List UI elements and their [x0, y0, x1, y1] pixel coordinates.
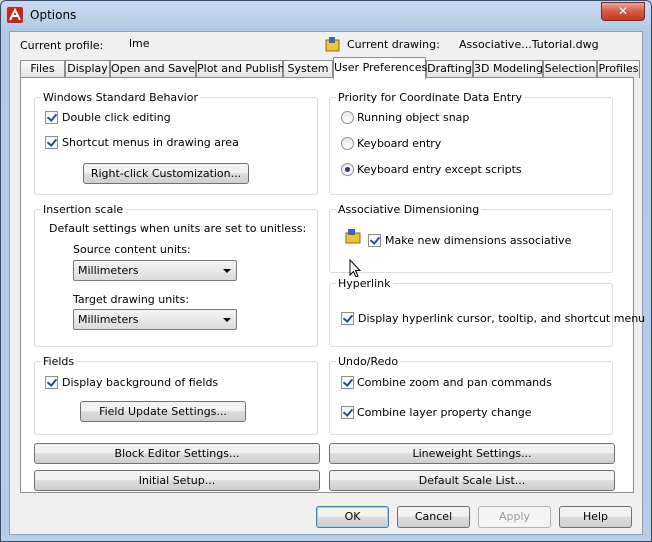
fields-group: Fields Display background of fields Fiel… [34, 355, 318, 435]
tab-system[interactable]: System [283, 60, 333, 78]
make-associative-checkbox[interactable] [368, 234, 381, 247]
field-update-settings-button[interactable]: Field Update Settings... [80, 401, 246, 422]
target-units-value: Millimeters [78, 313, 139, 326]
close-button[interactable]: ✕ [601, 2, 645, 21]
autocad-logo-icon [7, 7, 23, 23]
running-object-snap-label: Running object snap [357, 111, 470, 124]
display-background-checkbox[interactable] [45, 376, 58, 389]
ok-button[interactable]: OK [316, 506, 389, 528]
user-preferences-panel: Windows Standard Behavior Double click e… [20, 77, 645, 493]
group-title: Hyperlink [336, 277, 393, 290]
combine-layer-label: Combine layer property change [357, 406, 532, 419]
keyboard-entry-radio[interactable] [341, 137, 354, 150]
dialog-body: Current profile: lme Current drawing: As… [9, 31, 645, 535]
tab-3d-modeling[interactable]: 3D Modeling [473, 60, 543, 78]
source-units-value: Millimeters [78, 264, 139, 277]
initial-setup-button[interactable]: Initial Setup... [34, 470, 320, 491]
display-hyperlink-label: Display hyperlink cursor, tooltip, and s… [358, 312, 646, 325]
mouse-cursor-icon [349, 259, 361, 278]
shortcut-menus-checkbox[interactable] [45, 136, 58, 149]
help-button[interactable]: Help [559, 506, 632, 528]
right-click-customization-button[interactable]: Right-click Customization... [83, 163, 249, 184]
insertion-desc: Default settings when units are set to u… [49, 222, 307, 235]
group-title: Windows Standard Behavior [41, 91, 200, 104]
target-units-select[interactable]: Millimeters [73, 309, 237, 330]
title-bar[interactable]: Options ✕ [1, 1, 651, 31]
double-click-label: Double click editing [62, 111, 171, 124]
group-title: Undo/Redo [336, 355, 401, 368]
target-units-label: Target drawing units: [73, 293, 190, 306]
keyboard-entry-label: Keyboard entry [357, 137, 442, 150]
tab-display[interactable]: Display [65, 60, 110, 78]
current-profile-label: Current profile: [20, 39, 104, 52]
combine-zoom-checkbox[interactable] [341, 376, 354, 389]
current-drawing-value: Associative...Tutorial.dwg [459, 38, 599, 51]
insertion-scale-group: Insertion scale Default settings when un… [34, 203, 318, 347]
group-title: Associative Dimensioning [336, 203, 482, 216]
chevron-down-icon [223, 269, 231, 273]
lineweight-settings-button[interactable]: Lineweight Settings... [329, 443, 615, 464]
dimension-icon [345, 229, 361, 244]
window-title: Options [30, 8, 77, 22]
group-title: Priority for Coordinate Data Entry [336, 91, 525, 104]
group-title: Insertion scale [41, 203, 126, 216]
default-scale-list-button[interactable]: Default Scale List... [329, 470, 615, 491]
chevron-down-icon [223, 318, 231, 322]
current-profile-value: lme [129, 37, 150, 50]
current-drawing-label: Current drawing: [347, 38, 440, 51]
tab-profiles[interactable]: Profiles [597, 60, 640, 78]
display-background-label: Display background of fields [62, 376, 219, 389]
undo-redo-group: Undo/Redo Combine zoom and pan commands … [329, 355, 613, 435]
tab-open-and-save[interactable]: Open and Save [110, 60, 196, 78]
tab-user-preferences[interactable]: User Preferences [333, 57, 427, 79]
apply-button[interactable]: Apply [478, 506, 551, 528]
running-object-snap-radio[interactable] [341, 111, 354, 124]
coordinate-priority-group: Priority for Coordinate Data Entry Runni… [329, 91, 613, 195]
options-dialog: Options ✕ Current profile: lme Current d… [0, 0, 652, 542]
tab-plot-and-publish[interactable]: Plot and Publish [196, 60, 285, 78]
associative-dimensioning-group: Associative Dimensioning Make new dimens… [329, 203, 613, 278]
double-click-checkbox[interactable] [45, 111, 58, 124]
tab-files[interactable]: Files [20, 60, 65, 78]
group-title: Fields [41, 355, 77, 368]
tab-selection[interactable]: Selection [543, 60, 597, 78]
combine-zoom-label: Combine zoom and pan commands [357, 376, 552, 389]
tab-drafting[interactable]: Drafting [426, 60, 473, 78]
display-hyperlink-checkbox[interactable] [341, 312, 354, 325]
source-units-select[interactable]: Millimeters [73, 260, 237, 281]
keyboard-entry-except-scripts-radio[interactable] [341, 163, 354, 176]
hyperlink-group: Hyperlink Display hyperlink cursor, tool… [329, 277, 645, 347]
windows-behavior-group: Windows Standard Behavior Double click e… [34, 91, 318, 195]
drawing-file-icon [325, 37, 340, 52]
cancel-button[interactable]: Cancel [397, 506, 470, 528]
shortcut-menus-label: Shortcut menus in drawing area [62, 136, 239, 149]
make-associative-label: Make new dimensions associative [385, 234, 572, 247]
combine-layer-checkbox[interactable] [341, 406, 354, 419]
source-units-label: Source content units: [73, 243, 191, 256]
block-editor-settings-button[interactable]: Block Editor Settings... [34, 443, 320, 464]
keyboard-entry-except-scripts-label: Keyboard entry except scripts [357, 163, 522, 176]
